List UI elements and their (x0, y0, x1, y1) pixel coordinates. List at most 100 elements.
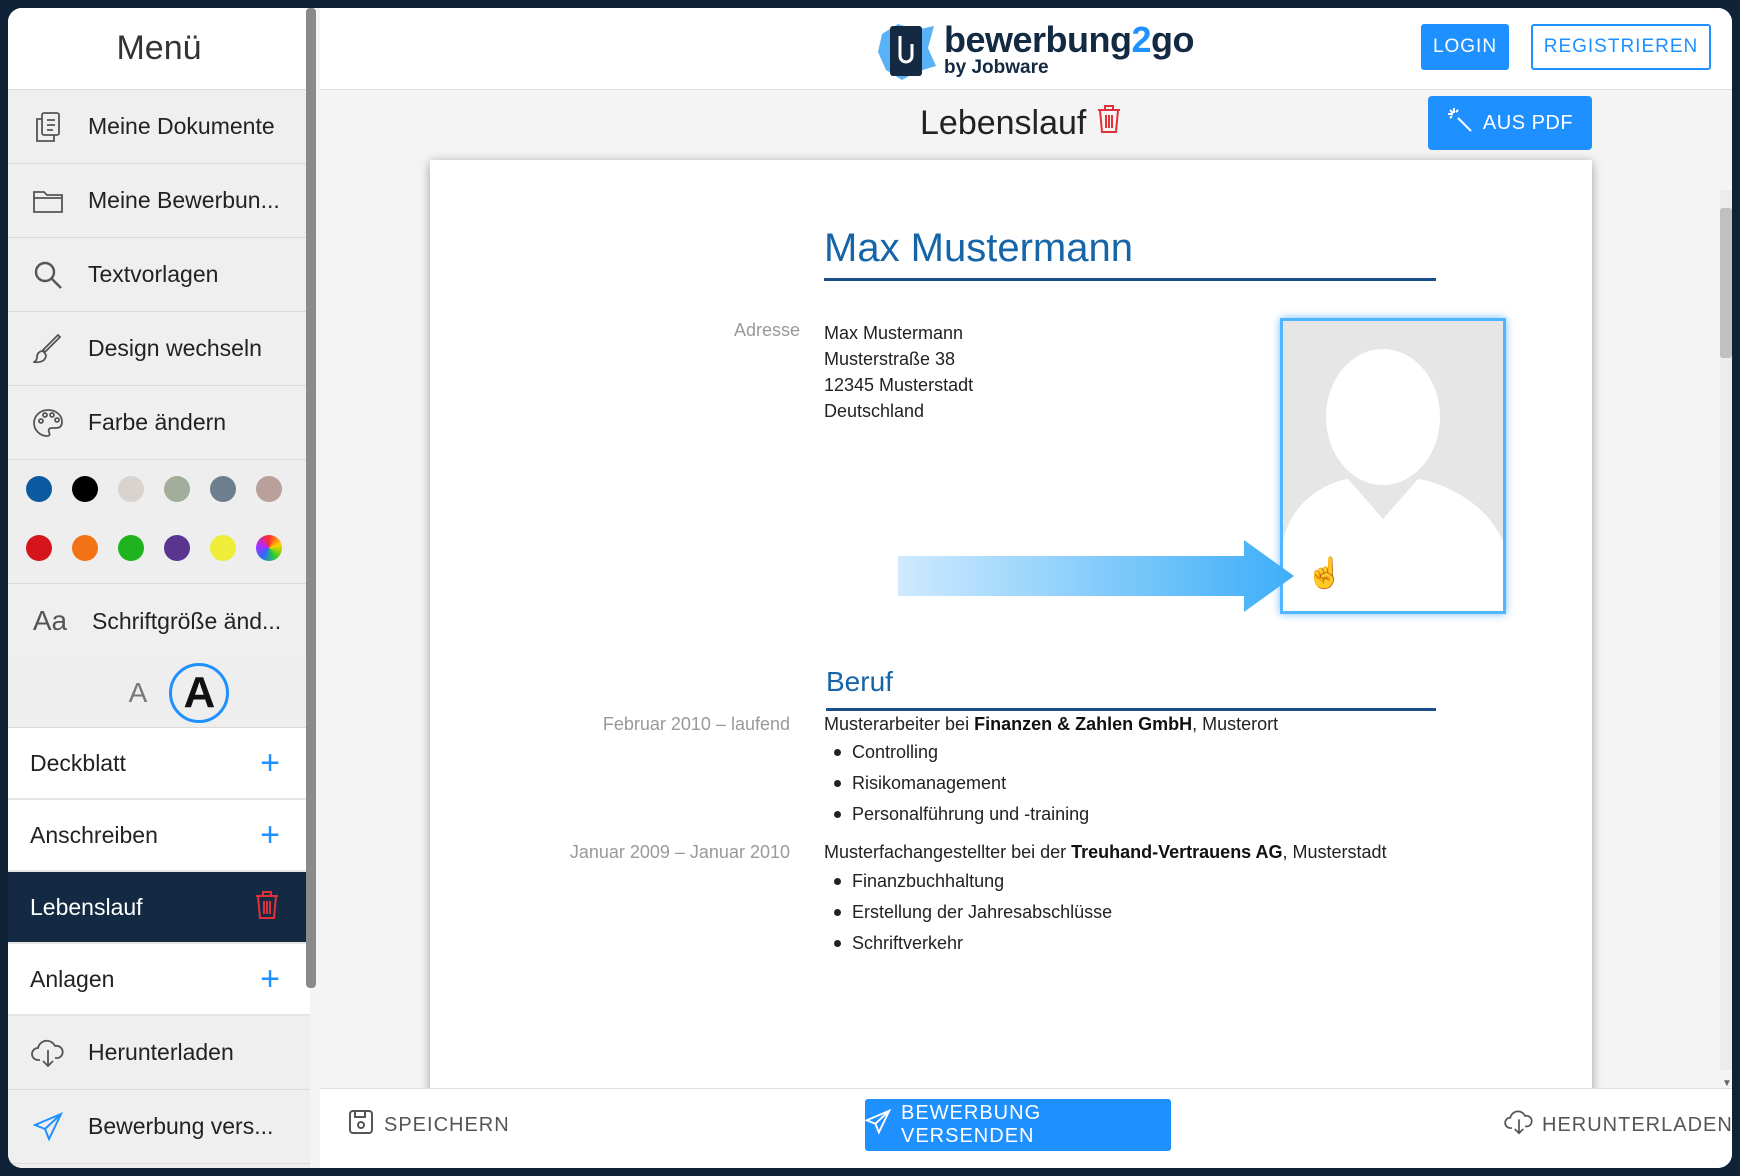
plus-icon[interactable]: + (260, 818, 280, 852)
address-line: Musterstraße 38 (824, 349, 956, 369)
font-size-options: A A (8, 658, 310, 728)
sidebar-item-label: Meine Dokumente (88, 113, 275, 139)
address-line: 12345 Musterstadt (824, 375, 974, 395)
scroll-thumb[interactable] (1720, 208, 1732, 358)
color-swatch-yellow[interactable] (210, 534, 236, 561)
sidebar-item-label: Design wechseln (88, 335, 262, 361)
color-swatch-taupe[interactable] (256, 476, 282, 502)
section-anschreiben[interactable]: Anschreiben + (8, 800, 310, 872)
color-swatch-red[interactable] (26, 534, 52, 561)
logo-mark-icon (876, 20, 936, 80)
section-label: Anlagen (30, 965, 115, 992)
list-item: Erstellung der Jahresabschlüsse (824, 897, 1112, 928)
hint-arrow-icon (898, 540, 1294, 612)
sidebar-item-label: Bewerbung vers... (88, 1113, 274, 1139)
job-tasks: Controlling Risikomanagement Personalfüh… (824, 737, 1089, 830)
from-pdf-button[interactable]: AUS PDF (1428, 96, 1592, 150)
color-swatch-slate[interactable] (210, 476, 236, 502)
send-application-button[interactable]: BEWERBUNG VERSENDEN (864, 1099, 1171, 1151)
color-swatch-orange[interactable] (72, 534, 98, 561)
section-anlagen[interactable]: Anlagen + (8, 944, 310, 1016)
sidebar: Menü Meine Dokumente Meine Bewerbun... T… (8, 8, 310, 1168)
sidebar-item-label: Farbe ändern (88, 409, 227, 435)
magic-wand-icon (1447, 107, 1473, 139)
list-item: Risikomanagement (824, 768, 1089, 799)
color-swatch-green[interactable] (118, 534, 144, 561)
sidebar-item-my-documents[interactable]: Meine Dokumente (8, 90, 310, 164)
download-label: HERUNTERLADEN (1542, 1113, 1732, 1136)
top-bar: bewerbung2go by Jobware LOGIN REGISTRIER… (320, 8, 1732, 90)
plus-icon[interactable]: + (260, 962, 280, 996)
job-title[interactable]: Musterfachangestellter bei der Treuhand-… (824, 842, 1387, 863)
cloud-download-icon (30, 1035, 66, 1071)
section-deckblatt[interactable]: Deckblatt + (8, 728, 310, 800)
address-line: Deutschland (824, 401, 925, 421)
logo-subtitle: by Jobware (944, 57, 1049, 78)
address-label: Adresse (733, 320, 800, 340)
font-size-large[interactable]: A (169, 662, 230, 723)
job-date: Februar 2010 – laufend (602, 714, 790, 734)
download-button[interactable]: HERUNTERLADEN (1504, 1109, 1732, 1141)
list-item: Schriftverkehr (824, 928, 1112, 959)
document-title-text: Lebenslauf (920, 104, 1087, 142)
sidebar-item-change-design[interactable]: Design wechseln (8, 312, 310, 386)
section-divider (826, 708, 1436, 711)
document-title: Lebenslauf (920, 104, 1122, 143)
color-swatches (8, 460, 310, 584)
send-label: BEWERBUNG VERSENDEN (901, 1102, 1042, 1147)
sidebar-item-label: Textvorlagen (88, 261, 219, 287)
section-label: Anschreiben (30, 821, 158, 848)
hand-cursor-icon: ☝ (1306, 557, 1344, 590)
sidebar-item-text-templates[interactable]: Textvorlagen (8, 238, 310, 312)
name-divider (824, 278, 1436, 281)
sidebar-item-label: Meine Bewerbun... (88, 187, 280, 213)
sidebar-item-change-color[interactable]: Farbe ändern (8, 386, 310, 460)
font-size-icon: Aa (32, 605, 68, 636)
job-tasks: Finanzbuchhaltung Erstellung der Jahresa… (824, 866, 1112, 959)
sidebar-item-download[interactable]: Herunterladen (8, 1016, 310, 1090)
main-content: Lebenslauf AUS PDF Max Mustermann Adress… (320, 90, 1732, 1100)
login-button[interactable]: LOGIN (1421, 24, 1509, 70)
section-label: Deckblatt (30, 749, 126, 776)
folder-icon (30, 183, 66, 219)
app-window: Menü Meine Dokumente Meine Bewerbun... T… (8, 8, 1732, 1168)
send-icon (30, 1109, 66, 1145)
address-line: Max Mustermann (824, 323, 964, 343)
address-block[interactable]: Max Mustermann Musterstraße 38 12345 Mus… (824, 320, 973, 424)
sidebar-item-my-applications[interactable]: Meine Bewerbun... (8, 164, 310, 238)
sidebar-item-label: Herunterladen (88, 1039, 234, 1065)
cv-page: Max Mustermann Adresse Max Mustermann Mu… (430, 160, 1592, 1100)
list-item: Personalführung und -training (824, 799, 1089, 830)
logo-wordmark: bewerbung2go (944, 19, 1195, 60)
sidebar-scrollbar[interactable] (306, 8, 316, 988)
save-label: SPEICHERN (384, 1113, 510, 1136)
color-swatch-blue[interactable] (26, 476, 52, 502)
font-size-small[interactable]: A (129, 677, 148, 709)
job-title[interactable]: Musterarbeiter bei Finanzen & Zahlen Gmb… (824, 714, 1278, 735)
sidebar-item-font-size[interactable]: Aa Schriftgröße änd... (8, 584, 310, 658)
plus-icon[interactable]: + (260, 746, 280, 780)
sidebar-title: Menü (8, 8, 310, 90)
register-button[interactable]: REGISTRIEREN (1531, 24, 1711, 70)
send-icon (864, 1108, 892, 1141)
logo[interactable]: bewerbung2go by Jobware (876, 19, 1195, 80)
color-swatch-black[interactable] (72, 476, 98, 502)
color-swatch-light-gray[interactable] (118, 476, 144, 502)
section-lebenslauf[interactable]: Lebenslauf (8, 872, 310, 944)
cloud-download-icon (1504, 1109, 1534, 1141)
sidebar-item-send-application[interactable]: Bewerbung vers... (8, 1090, 310, 1164)
section-label: Lebenslauf (30, 893, 143, 920)
palette-icon (30, 405, 66, 441)
trash-icon[interactable] (254, 890, 280, 925)
color-swatch-purple[interactable] (164, 534, 190, 561)
documents-icon (30, 109, 66, 145)
list-item: Controlling (824, 737, 1089, 768)
trash-icon[interactable] (1096, 104, 1122, 143)
save-button[interactable]: SPEICHERN (348, 1109, 510, 1141)
cv-name[interactable]: Max Mustermann (824, 226, 1133, 271)
section-heading-beruf[interactable]: Beruf (826, 666, 893, 698)
search-icon (30, 257, 66, 293)
color-swatch-custom[interactable] (256, 534, 282, 561)
color-swatch-sage[interactable] (164, 476, 190, 502)
save-icon (348, 1109, 374, 1141)
